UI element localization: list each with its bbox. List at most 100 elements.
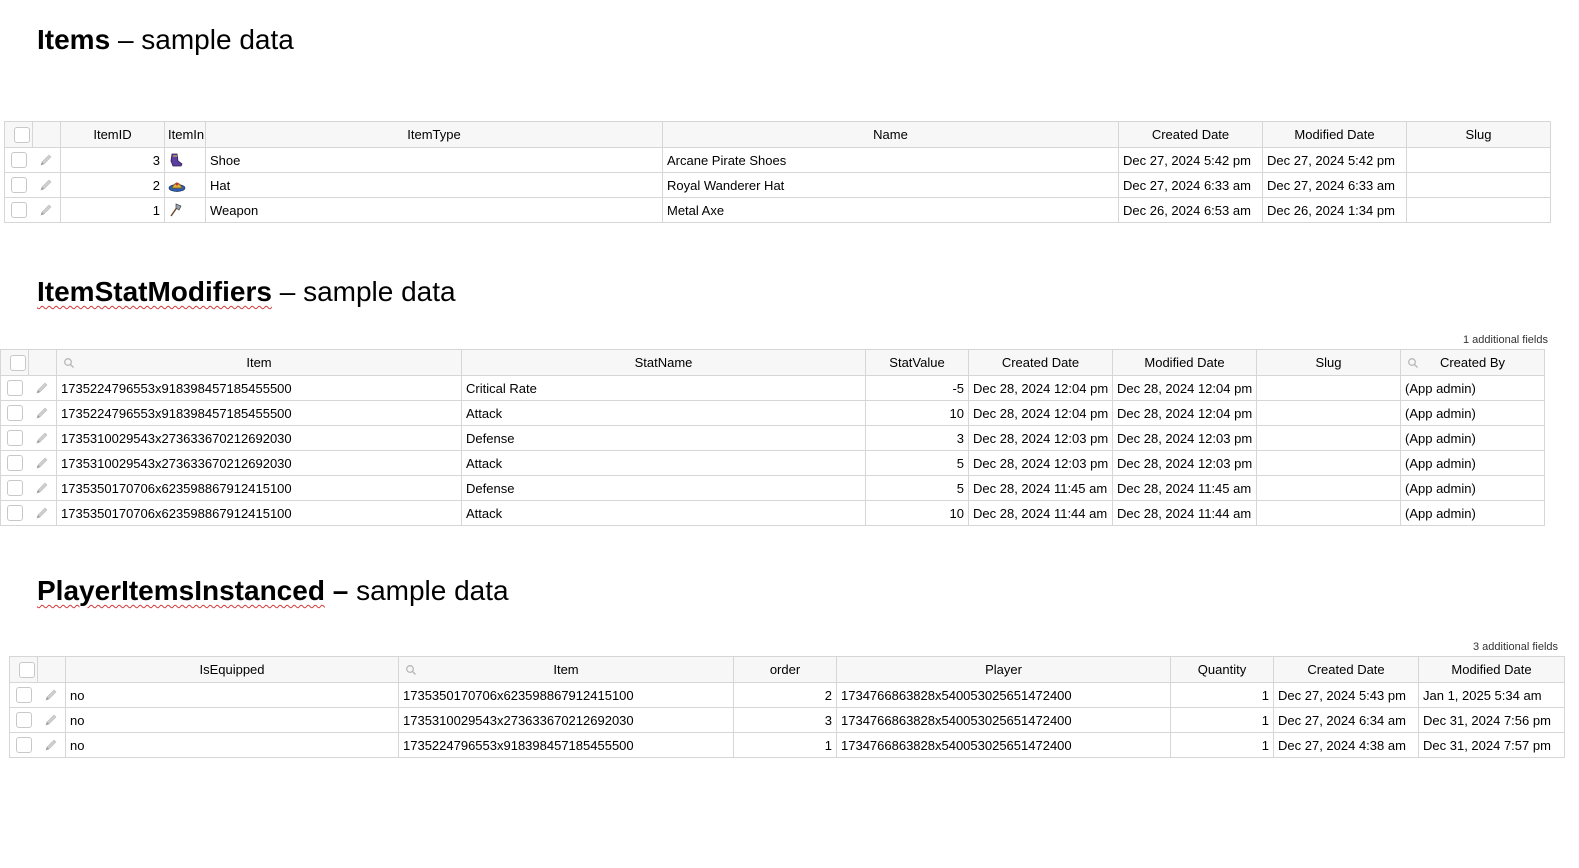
- cell-modified-date: Jan 1, 2025 5:34 am: [1418, 682, 1565, 708]
- row-edit-cell[interactable]: [28, 500, 57, 526]
- select-all-header[interactable]: [9, 656, 38, 683]
- row-edit-cell[interactable]: [32, 197, 61, 223]
- row-select-cell[interactable]: [0, 425, 29, 451]
- row-select-cell[interactable]: [9, 707, 38, 733]
- row-checkbox[interactable]: [7, 380, 23, 397]
- col-header-modified-date[interactable]: Modified Date: [1112, 349, 1257, 376]
- row-checkbox[interactable]: [7, 480, 23, 497]
- pencil-icon[interactable]: [38, 152, 54, 168]
- col-header-modified-date[interactable]: Modified Date: [1262, 121, 1407, 148]
- cell-statvalue: 3: [865, 425, 969, 451]
- row-select-cell[interactable]: [4, 147, 33, 173]
- col-header-modified-date[interactable]: Modified Date: [1418, 656, 1565, 683]
- pencil-icon[interactable]: [38, 177, 54, 193]
- row-checkbox[interactable]: [7, 505, 23, 522]
- row-select-cell[interactable]: [0, 450, 29, 476]
- cell-item: 1735310029543x273633670212692030: [56, 450, 462, 476]
- table-row: 1 Weapon Metal Axe Dec 26, 2024 6:53 am …: [4, 197, 1551, 223]
- search-icon[interactable]: [1407, 357, 1419, 369]
- row-select-cell[interactable]: [0, 375, 29, 401]
- row-select-cell[interactable]: [0, 500, 29, 526]
- row-checkbox[interactable]: [11, 152, 27, 169]
- row-select-cell[interactable]: [4, 172, 33, 198]
- cell-created-by: (App admin): [1400, 450, 1545, 476]
- cell-slug: [1256, 400, 1401, 426]
- select-all-checkbox[interactable]: [18, 661, 35, 678]
- cell-item-icon: [164, 147, 206, 173]
- col-header-item-icon[interactable]: ItemIn: [164, 121, 206, 148]
- row-checkbox[interactable]: [16, 737, 32, 754]
- pencil-icon[interactable]: [34, 505, 50, 521]
- pencil-icon[interactable]: [34, 480, 50, 496]
- select-all-header[interactable]: [0, 349, 29, 376]
- search-icon[interactable]: [63, 357, 75, 369]
- col-header-slug[interactable]: Slug: [1406, 121, 1551, 148]
- col-header-item[interactable]: Item: [56, 349, 462, 376]
- col-header-statvalue[interactable]: StatValue: [865, 349, 969, 376]
- col-header-slug[interactable]: Slug: [1256, 349, 1401, 376]
- cell-order: 3: [733, 707, 837, 733]
- select-all-checkbox[interactable]: [9, 354, 26, 371]
- row-checkbox[interactable]: [7, 405, 23, 422]
- row-select-cell[interactable]: [0, 475, 29, 501]
- col-header-quantity[interactable]: Quantity: [1170, 656, 1274, 683]
- row-edit-cell[interactable]: [37, 682, 66, 708]
- cell-slug: [1406, 147, 1551, 173]
- row-edit-cell[interactable]: [28, 475, 57, 501]
- search-icon[interactable]: [405, 664, 417, 676]
- row-edit-cell[interactable]: [28, 425, 57, 451]
- pencil-icon[interactable]: [34, 430, 50, 446]
- row-edit-cell[interactable]: [28, 400, 57, 426]
- row-edit-cell[interactable]: [28, 450, 57, 476]
- pencil-icon[interactable]: [43, 737, 59, 753]
- col-header-created-date[interactable]: Created Date: [1273, 656, 1419, 683]
- row-checkbox[interactable]: [11, 202, 27, 219]
- row-checkbox[interactable]: [16, 687, 32, 704]
- cell-slug: [1256, 425, 1401, 451]
- col-header-created-by-label: Created By: [1439, 355, 1506, 370]
- row-checkbox[interactable]: [16, 712, 32, 729]
- select-all-header[interactable]: [4, 121, 33, 148]
- stat-modifiers-additional-fields[interactable]: 1 additional fields: [1463, 334, 1548, 346]
- row-edit-cell[interactable]: [32, 147, 61, 173]
- col-header-statname[interactable]: StatName: [461, 349, 866, 376]
- row-select-cell[interactable]: [0, 400, 29, 426]
- col-header-created-by[interactable]: Created By: [1400, 349, 1545, 376]
- col-header-itemtype[interactable]: ItemType: [205, 121, 663, 148]
- col-header-order[interactable]: order: [733, 656, 837, 683]
- row-checkbox[interactable]: [11, 177, 27, 194]
- cell-itemtype: Weapon: [205, 197, 663, 223]
- pencil-icon[interactable]: [43, 687, 59, 703]
- cell-modified-date: Dec 28, 2024 11:45 am: [1112, 475, 1257, 501]
- cell-name: Royal Wanderer Hat: [662, 172, 1119, 198]
- pencil-icon[interactable]: [34, 380, 50, 396]
- row-checkbox[interactable]: [7, 455, 23, 472]
- stat-modifiers-subtitle: – sample data: [279, 276, 456, 307]
- row-edit-cell[interactable]: [37, 707, 66, 733]
- col-header-isequipped[interactable]: IsEquipped: [65, 656, 399, 683]
- col-header-itemid[interactable]: ItemID: [60, 121, 165, 148]
- cell-modified-date: Dec 26, 2024 1:34 pm: [1262, 197, 1407, 223]
- pencil-icon[interactable]: [34, 405, 50, 421]
- col-header-created-date[interactable]: Created Date: [968, 349, 1113, 376]
- row-select-cell[interactable]: [9, 682, 38, 708]
- col-header-created-date[interactable]: Created Date: [1118, 121, 1263, 148]
- col-header-player[interactable]: Player: [836, 656, 1171, 683]
- pencil-icon[interactable]: [43, 712, 59, 728]
- row-edit-cell[interactable]: [32, 172, 61, 198]
- row-select-cell[interactable]: [4, 197, 33, 223]
- row-select-cell[interactable]: [9, 732, 38, 758]
- col-header-name[interactable]: Name: [662, 121, 1119, 148]
- row-edit-cell[interactable]: [37, 732, 66, 758]
- row-checkbox[interactable]: [7, 430, 23, 447]
- col-header-item[interactable]: Item: [398, 656, 734, 683]
- row-edit-cell[interactable]: [28, 375, 57, 401]
- cell-statvalue: -5: [865, 375, 969, 401]
- cell-item-icon: [164, 172, 206, 198]
- stat-modifiers-header-row: Item StatName StatValue Created Date Mod…: [0, 349, 1545, 376]
- metal-axe-icon: [170, 203, 182, 217]
- pencil-icon[interactable]: [38, 202, 54, 218]
- pencil-icon[interactable]: [34, 455, 50, 471]
- player-items-additional-fields[interactable]: 3 additional fields: [1473, 641, 1558, 653]
- select-all-checkbox[interactable]: [13, 126, 30, 143]
